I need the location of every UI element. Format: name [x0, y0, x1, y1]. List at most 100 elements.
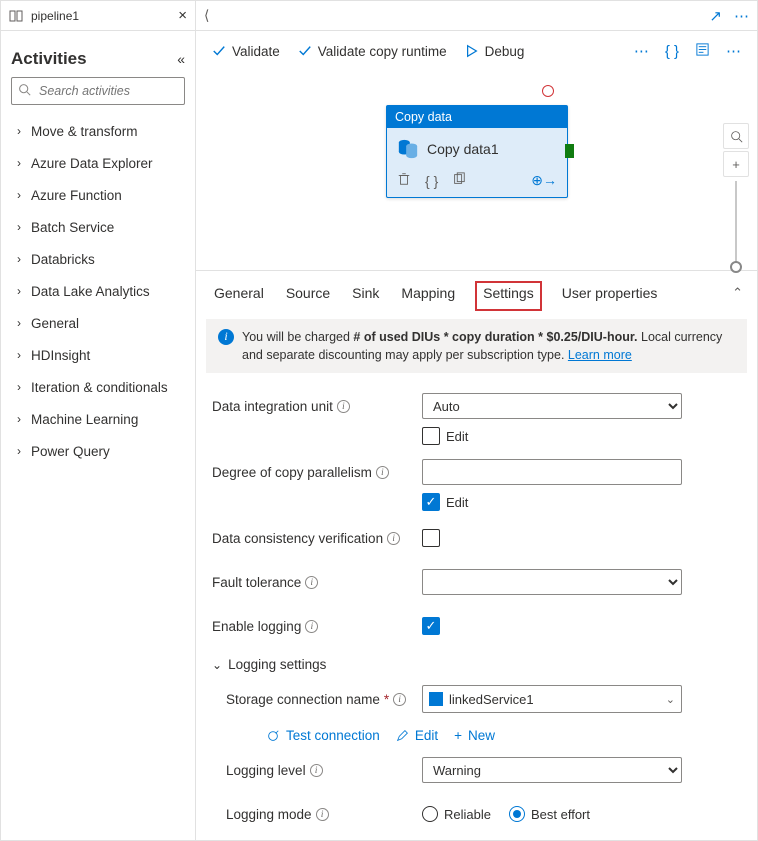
fault-tolerance-select[interactable]	[422, 569, 682, 595]
search-input[interactable]	[11, 77, 185, 105]
validation-error-indicator[interactable]	[542, 85, 554, 97]
fullscreen-icon[interactable]: ↗	[709, 7, 722, 25]
edit-connection-button[interactable]: Edit	[396, 728, 438, 743]
chevron-right-icon: ›	[11, 412, 27, 426]
info-tip-icon[interactable]: i	[393, 693, 406, 706]
parallelism-label: Degree of copy parallelism	[212, 465, 372, 480]
chevron-down-icon: ⌄	[212, 658, 222, 672]
activity-code-icon[interactable]: { }	[425, 173, 438, 189]
logging-level-label: Logging level	[226, 763, 306, 778]
enable-logging-label: Enable logging	[212, 619, 301, 634]
chevron-right-icon: ›	[11, 348, 27, 362]
search-icon	[18, 83, 31, 99]
close-icon[interactable]: ×	[178, 7, 187, 24]
diu-edit-checkbox[interactable]	[422, 427, 440, 445]
info-tip-icon[interactable]: i	[305, 576, 318, 589]
tab-sink[interactable]: Sink	[350, 281, 381, 311]
tab-mapping[interactable]: Mapping	[399, 281, 457, 311]
search-field[interactable]	[37, 83, 178, 99]
pipeline-icon	[9, 8, 25, 24]
pipeline-tab-title[interactable]: pipeline1	[31, 9, 79, 23]
chevron-right-icon: ›	[11, 156, 27, 170]
collapse-all-icon[interactable]: «	[177, 51, 185, 67]
zoom-slider[interactable]	[735, 181, 737, 267]
diu-label: Data integration unit	[212, 399, 333, 414]
fault-tolerance-label: Fault tolerance	[212, 575, 301, 590]
sidebar-group[interactable]: ›Data Lake Analytics	[11, 275, 185, 307]
tab-general[interactable]: General	[212, 281, 266, 311]
new-connection-button[interactable]: + New	[454, 728, 495, 743]
expand-left-icon[interactable]: ⟨	[204, 7, 218, 24]
sidebar-group[interactable]: ›Iteration & conditionals	[11, 371, 185, 403]
activities-sidebar: pipeline1 × Activities « ›Move & transfo…	[1, 1, 196, 840]
pipeline-toolbar: Validate Validate copy runtime Debug ⋯ {…	[196, 31, 757, 71]
logging-mode-reliable-radio[interactable]	[422, 806, 438, 822]
info-icon: i	[218, 329, 234, 345]
activity-type-label: Copy data	[387, 106, 567, 128]
diu-select[interactable]: Auto	[422, 393, 682, 419]
toolbar-overflow-icon[interactable]: ⋯	[726, 42, 741, 60]
info-tip-icon[interactable]: i	[337, 400, 350, 413]
more-icon[interactable]: ⋯	[734, 7, 749, 25]
settings-tabs: General Source Sink Mapping Settings User pro…	[196, 271, 757, 311]
main-pane: ⟨ ↗ ⋯ Validate Validate copy runtime Deb…	[196, 1, 757, 840]
chevron-right-icon: ›	[11, 220, 27, 234]
sidebar-group[interactable]: ›Azure Data Explorer	[11, 147, 185, 179]
plus-icon: +	[454, 728, 462, 743]
sidebar-group[interactable]: ›Databricks	[11, 243, 185, 275]
sidebar-group[interactable]: ›HDInsight	[11, 339, 185, 371]
sidebar-group[interactable]: ›Machine Learning	[11, 403, 185, 435]
copy-data-activity[interactable]: Copy data Copy data1 { }	[386, 105, 568, 198]
sidebar-heading: Activities	[11, 49, 87, 69]
parameters-icon[interactable]	[695, 42, 710, 61]
logging-mode-label: Logging mode	[226, 807, 312, 822]
chevron-right-icon: ›	[11, 444, 27, 458]
pipeline-canvas[interactable]: Copy data Copy data1 { }	[196, 71, 757, 271]
collapse-panel-icon[interactable]: ⌃	[732, 285, 743, 301]
sidebar-group[interactable]: ›Batch Service	[11, 211, 185, 243]
info-tip-icon[interactable]: i	[376, 466, 389, 479]
dcv-label: Data consistency verification	[212, 531, 383, 546]
delete-icon[interactable]	[397, 172, 411, 189]
code-braces-icon[interactable]: { }	[665, 43, 679, 60]
debug-button[interactable]: Debug	[465, 44, 525, 59]
clone-icon[interactable]	[452, 172, 466, 189]
storage-connection-select[interactable]: linkedService1 ⌄	[422, 685, 682, 713]
parallelism-edit-checkbox[interactable]: ✓	[422, 493, 440, 511]
chevron-right-icon: ›	[11, 316, 27, 330]
logging-level-select[interactable]: Warning	[422, 757, 682, 783]
logging-mode-best-effort-radio[interactable]	[509, 806, 525, 822]
activity-name[interactable]: Copy data1	[427, 141, 499, 157]
test-connection-button[interactable]: Test connection	[266, 728, 380, 743]
linked-service-icon	[429, 692, 443, 706]
info-tip-icon[interactable]: i	[310, 764, 323, 777]
zoom-in-icon[interactable]: +	[723, 151, 749, 177]
info-tip-icon[interactable]: i	[387, 532, 400, 545]
dcv-checkbox[interactable]	[422, 529, 440, 547]
sidebar-group[interactable]: ›Power Query	[11, 435, 185, 467]
sidebar-group[interactable]: ›Azure Function	[11, 179, 185, 211]
tab-source[interactable]: Source	[284, 281, 332, 311]
chevron-right-icon: ›	[11, 124, 27, 138]
sidebar-group[interactable]: ›Move & transform	[11, 115, 185, 147]
parallelism-input[interactable]	[422, 459, 682, 485]
validate-copy-runtime-button[interactable]: Validate copy runtime	[298, 44, 447, 59]
info-tip-icon[interactable]: i	[305, 620, 318, 633]
tab-settings[interactable]: Settings	[475, 281, 542, 311]
expand-activity-icon[interactable]: ⊕→	[531, 172, 557, 189]
learn-more-link[interactable]: Learn more	[568, 348, 632, 362]
chevron-right-icon: ›	[11, 252, 27, 266]
tab-user-properties[interactable]: User properties	[560, 281, 660, 311]
toolbar-more-icon[interactable]: ⋯	[634, 42, 649, 60]
enable-logging-checkbox[interactable]: ✓	[422, 617, 440, 635]
info-tip-icon[interactable]: i	[316, 808, 329, 821]
fit-to-screen-icon[interactable]	[723, 123, 749, 149]
validate-button[interactable]: Validate	[212, 44, 280, 59]
logging-settings-toggle[interactable]: ⌄ Logging settings	[212, 657, 741, 672]
sidebar-group[interactable]: ›General	[11, 307, 185, 339]
chevron-right-icon: ›	[11, 284, 27, 298]
chevron-right-icon: ›	[11, 188, 27, 202]
success-output-handle[interactable]	[565, 144, 574, 158]
chevron-down-icon: ⌄	[666, 693, 675, 706]
database-icon	[397, 138, 419, 160]
